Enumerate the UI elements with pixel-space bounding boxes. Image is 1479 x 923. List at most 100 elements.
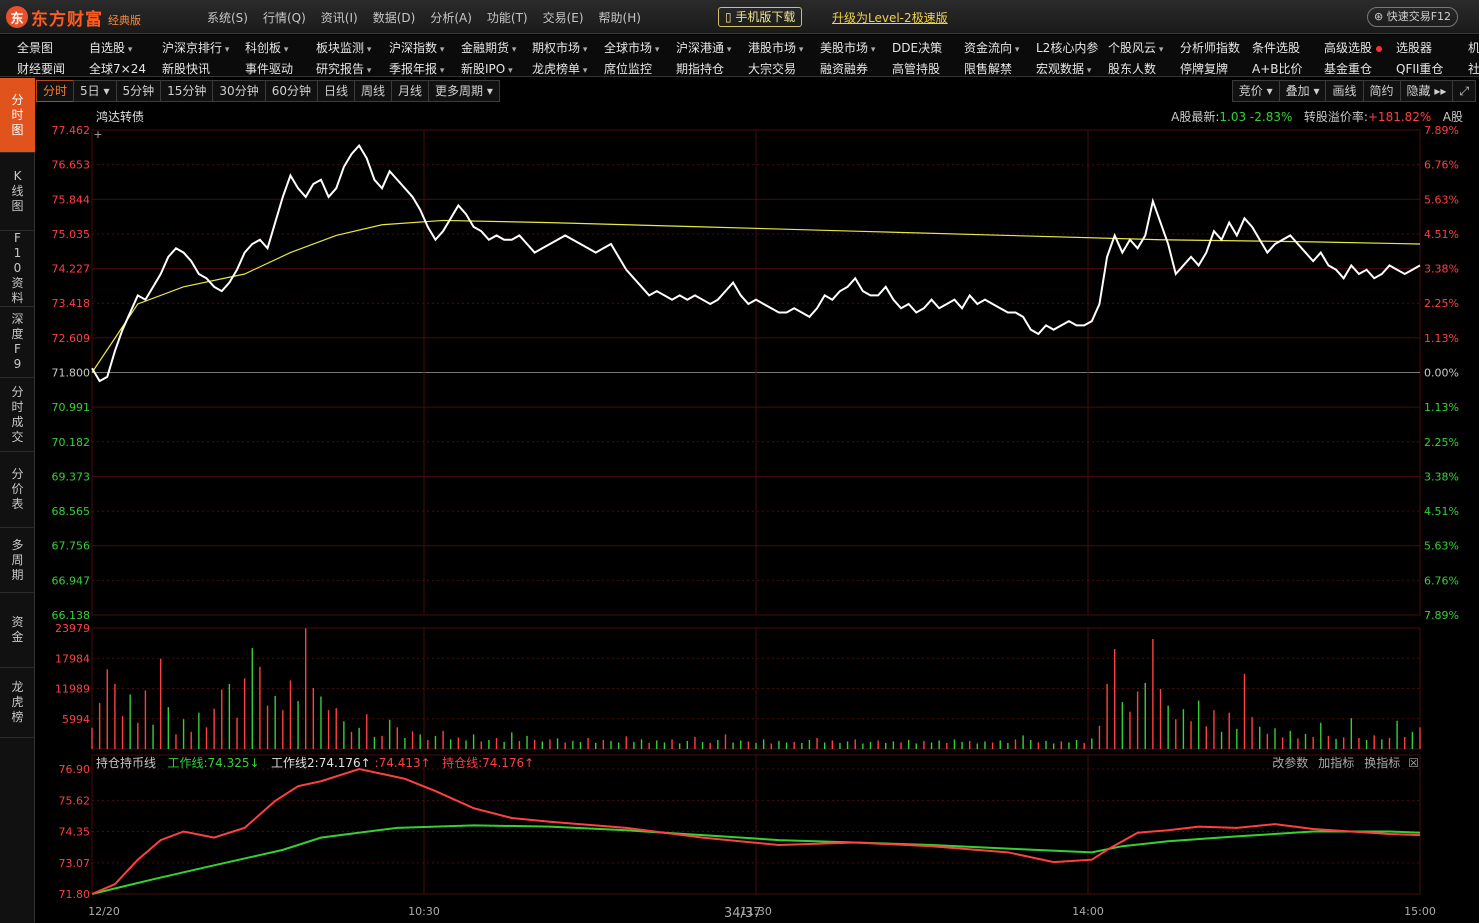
nav-item-2-14[interactable]: 宏观数据 bbox=[1036, 60, 1091, 77]
menu-item-6[interactable]: 交易(E) bbox=[543, 9, 584, 26]
nav-item-2-17[interactable]: A+B比价 bbox=[1252, 60, 1303, 77]
pct-tick-label: 4.51% bbox=[1424, 505, 1459, 518]
nav-item-2-18[interactable]: 基金重仓 bbox=[1324, 60, 1372, 77]
nav-item-1-14[interactable]: L2核心内参 bbox=[1036, 39, 1098, 56]
nav-item-1-17[interactable]: 条件选股 bbox=[1252, 39, 1300, 56]
mobile-download-button[interactable]: ▯ 手机版下载 bbox=[718, 7, 803, 27]
nav-item-2-10[interactable]: 大宗交易 bbox=[748, 60, 796, 77]
menu-item-4[interactable]: 分析(A) bbox=[430, 9, 472, 26]
indicator-action-2[interactable]: 换指标 bbox=[1364, 756, 1400, 770]
period-6[interactable]: 日线 bbox=[316, 80, 355, 102]
period-3[interactable]: 15分钟 bbox=[160, 80, 214, 102]
nav-item-2-5[interactable]: 季报年报 bbox=[389, 60, 444, 77]
a-share-tag[interactable]: A股 bbox=[1443, 110, 1463, 124]
chart-canvas[interactable]: 77.462 7.89% 76.653 6.76% 75.844 5.63% 75.035 4… bbox=[36, 104, 1479, 923]
nav-item-1-3[interactable]: 科创板 bbox=[245, 39, 288, 56]
menu-item-7[interactable]: 帮助(H) bbox=[599, 9, 641, 26]
close-icon[interactable]: ☒ bbox=[1408, 756, 1419, 770]
nav-item-1-6[interactable]: 金融期货 bbox=[461, 39, 516, 56]
side-tab-5[interactable]: 分价表 bbox=[0, 452, 35, 528]
nav-item-2-4[interactable]: 研究报告 bbox=[316, 60, 371, 77]
nav-item-label: L2核心内参 bbox=[1036, 41, 1099, 55]
pct-tick-label: 3.38% bbox=[1424, 470, 1459, 483]
nav-item-2-20[interactable]: 社 bbox=[1468, 60, 1479, 77]
nav-item-2-19[interactable]: QFII重仓 bbox=[1396, 60, 1443, 77]
nav-item-2-8[interactable]: 席位监控 bbox=[604, 60, 652, 77]
nav-item-2-12[interactable]: 高管持股 bbox=[892, 60, 940, 77]
menu-item-5[interactable]: 功能(T) bbox=[487, 9, 528, 26]
nav-item-2-15[interactable]: 股东人数 bbox=[1108, 60, 1156, 77]
nav-item-2-7[interactable]: 龙虎榜单 bbox=[532, 60, 587, 77]
indicator-action-1[interactable]: 加指标 bbox=[1318, 756, 1354, 770]
side-tab-8[interactable]: 龙虎榜 bbox=[0, 668, 35, 738]
period-1[interactable]: 5日 ▾ bbox=[73, 80, 117, 102]
quick-trade-button[interactable]: ⊛ 快速交易F12 bbox=[1367, 7, 1459, 27]
menu-item-1[interactable]: 行情(Q) bbox=[263, 9, 306, 26]
nav-item-1-20[interactable]: 机 bbox=[1468, 39, 1479, 56]
nav-item-1-12[interactable]: DDE决策 bbox=[892, 39, 942, 56]
side-tab-2[interactable]: F10资料 bbox=[0, 231, 35, 307]
app-logo: 东 东方财富 经典版 bbox=[6, 5, 141, 30]
nav-item-1-13[interactable]: 资金流向 bbox=[964, 39, 1019, 56]
nav-item-2-0[interactable]: 财经要闻 bbox=[17, 60, 65, 77]
side-tab-6[interactable]: 多周期 bbox=[0, 528, 35, 593]
period-7[interactable]: 周线 bbox=[354, 80, 393, 102]
chart-tool-1[interactable]: 叠加 ▾ bbox=[1278, 80, 1327, 102]
nav-item-1-1[interactable]: 自选股 bbox=[89, 39, 132, 56]
menu-item-2[interactable]: 资讯(I) bbox=[321, 9, 358, 26]
nav-item-label: 分析师指数 bbox=[1180, 41, 1241, 55]
period-8[interactable]: 月线 bbox=[391, 80, 430, 102]
nav-item-1-15[interactable]: 个股风云 bbox=[1108, 39, 1163, 56]
nav-item-1-4[interactable]: 板块监测 bbox=[316, 39, 371, 56]
nav-item-1-18[interactable]: 高级选股 bbox=[1324, 39, 1383, 56]
period-0[interactable]: 分时 bbox=[36, 80, 75, 102]
chart-tool-5[interactable]: ⤢ bbox=[1452, 80, 1476, 102]
nav-item-1-19[interactable]: 选股器 bbox=[1396, 39, 1432, 56]
nav-item-1-2[interactable]: 沪深京排行 bbox=[162, 39, 229, 56]
nav-item-1-8[interactable]: 全球市场 bbox=[604, 39, 659, 56]
nav-item-2-3[interactable]: 事件驱动 bbox=[245, 60, 293, 77]
period-5[interactable]: 60分钟 bbox=[264, 80, 318, 102]
nav-item-1-0[interactable]: 全景图 bbox=[17, 39, 53, 56]
time-tick-label: 15:00 bbox=[1404, 905, 1436, 918]
nav-item-2-6[interactable]: 新股IPO bbox=[461, 60, 513, 77]
nav-item-1-16[interactable]: 分析师指数 bbox=[1180, 39, 1240, 56]
indicator-work1: 工作线:74.325↓ bbox=[167, 756, 260, 770]
menu-item-0[interactable]: 系统(S) bbox=[207, 9, 248, 26]
nav-item-2-13[interactable]: 限售解禁 bbox=[964, 60, 1012, 77]
nav-item-1-7[interactable]: 期权市场 bbox=[532, 39, 587, 56]
chart-tool-3[interactable]: 简约 bbox=[1362, 80, 1401, 102]
nav-item-2-16[interactable]: 停牌复牌 bbox=[1180, 60, 1228, 77]
chart-tool-0[interactable]: 竞价 ▾ bbox=[1231, 80, 1280, 102]
page-indicator: 34/37 bbox=[724, 906, 762, 921]
nav-item-label: 全球市场 bbox=[604, 41, 653, 55]
chart-tool-2[interactable]: 画线 bbox=[1325, 80, 1364, 102]
upgrade-link[interactable]: 升级为Level-2极速版 bbox=[832, 9, 948, 26]
nav-item-1-5[interactable]: 沪深指数 bbox=[389, 39, 444, 56]
side-tab-4[interactable]: 分时成交 bbox=[0, 378, 35, 452]
side-tab-1[interactable]: K线图 bbox=[0, 153, 35, 231]
indicator-action-0[interactable]: 改参数 bbox=[1272, 756, 1308, 770]
price-tick-label: 75.035 bbox=[52, 228, 91, 241]
stock-name: 鸿达转债 bbox=[96, 110, 145, 124]
nav-item-2-1[interactable]: 全球7×24 bbox=[89, 60, 146, 77]
indicator-name[interactable]: 持仓持币线 bbox=[96, 756, 156, 770]
nav-item-1-9[interactable]: 沪深港通 bbox=[676, 39, 731, 56]
chart-tool-4[interactable]: 隐藏 ▸▸ bbox=[1399, 80, 1454, 102]
period-2[interactable]: 5分钟 bbox=[115, 80, 162, 102]
nav-item-1-10[interactable]: 港股市场 bbox=[748, 39, 803, 56]
side-tab-7[interactable]: 资金 bbox=[0, 593, 35, 668]
period-9[interactable]: 更多周期 ▾ bbox=[428, 80, 500, 102]
side-tab-3[interactable]: 深度F9 bbox=[0, 307, 35, 378]
mobile-download-label: 手机版下载 bbox=[735, 10, 796, 24]
period-4[interactable]: 30分钟 bbox=[212, 80, 266, 102]
side-tabs: 分时图 K线图 F10资料 深度F9 分时成交 分价表 多周期 资金 龙虎榜 bbox=[0, 78, 35, 923]
intraday-chart[interactable]: 77.462 7.89% 76.653 6.76% 75.844 5.63% 75.035 4… bbox=[36, 104, 1479, 923]
nav-item-2-11[interactable]: 融资融券 bbox=[820, 60, 868, 77]
nav-item-2-9[interactable]: 期指持仓 bbox=[676, 60, 724, 77]
nav-item-1-11[interactable]: 美股市场 bbox=[820, 39, 875, 56]
side-tab-0[interactable]: 分时图 bbox=[0, 78, 35, 153]
nav-item-label: A+B比价 bbox=[1252, 62, 1303, 76]
nav-item-2-2[interactable]: 新股快讯 bbox=[162, 60, 210, 77]
menu-item-3[interactable]: 数据(D) bbox=[373, 9, 416, 26]
